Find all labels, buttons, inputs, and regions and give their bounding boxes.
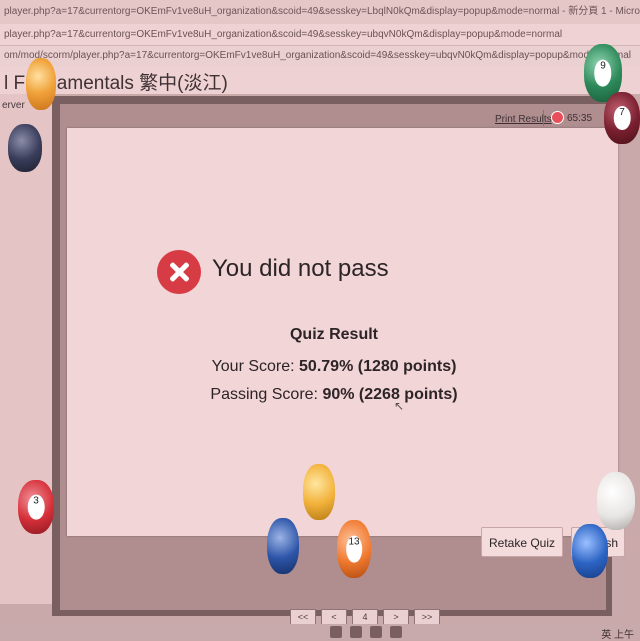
ball-number: 9 [594, 59, 612, 87]
your-score-value: 50.79% (1280 points) [299, 358, 457, 375]
timer-text: 65:35 [567, 113, 593, 124]
address-bar[interactable]: player.php?a=17&currentorg=OKEmFv1ve8uH_… [0, 24, 640, 46]
address-url-secondary: om/mod/scorm/player.php?a=17&currentorg=… [4, 50, 632, 61]
mouse-cursor-icon: ↖ [394, 399, 405, 413]
pager-page-number[interactable]: 4 [352, 609, 378, 625]
window-title: player.php?a=17&currentorg=OKEmFv1ve8uH_… [4, 6, 640, 17]
server-label: erver [2, 100, 25, 111]
billiard-ball-white-icon [597, 472, 635, 530]
quiz-result-title: Quiz Result [289, 326, 378, 343]
course-header: l Fundamentals 繁中(淡江) [0, 66, 640, 94]
browser-titlebar: player.php?a=17&currentorg=OKEmFv1ve8uH_… [0, 0, 640, 24]
retake-quiz-button[interactable]: Retake Quiz [481, 527, 563, 557]
result-heading: You did not pass [212, 255, 389, 282]
passing-score-line: Passing Score: 90% (2268 points) [0, 386, 640, 404]
pager-next-button[interactable]: > [383, 609, 409, 625]
taskbar [0, 624, 640, 640]
toolbar-divider [543, 110, 544, 126]
ball-number: 7 [613, 106, 631, 130]
ball-number: 3 [27, 494, 45, 520]
billiard-ball-navy-icon [8, 124, 42, 172]
pager-first-button[interactable]: << [290, 609, 316, 625]
billiard-ball-blue-icon [267, 518, 299, 574]
ball-number: 13 [346, 535, 362, 563]
billiard-ball-maroon-7-icon: 7 [604, 92, 640, 144]
billiard-ball-red-3-icon: 3 [18, 480, 54, 534]
pager-prev-button[interactable]: < [321, 609, 347, 625]
billiard-ball-yellow-icon [303, 464, 335, 520]
taskbar-app-icon[interactable] [390, 626, 402, 638]
address-url: player.php?a=17&currentorg=OKEmFv1ve8uH_… [4, 29, 563, 40]
passing-score-value: 90% (2268 points) [322, 386, 458, 403]
fail-x-icon [157, 250, 201, 294]
billiard-ball-orange-icon [26, 58, 56, 110]
system-tray: 英 上午 [601, 630, 634, 641]
pager: << < 4 > >> [290, 609, 440, 625]
timer-icon [551, 111, 564, 124]
taskbar-app-icon[interactable] [350, 626, 362, 638]
passing-score-label: Passing Score: [210, 386, 318, 403]
taskbar-app-icon[interactable] [370, 626, 382, 638]
address-bar-secondary[interactable]: om/mod/scorm/player.php?a=17&currentorg=… [0, 46, 640, 66]
billiard-ball-orange-13-icon: 13 [337, 520, 371, 578]
your-score-label: Your Score: [211, 358, 295, 375]
billiard-ball-blue-2-icon [572, 524, 608, 578]
your-score-line: Your Score: 50.79% (1280 points) [0, 358, 640, 376]
taskbar-app-icon[interactable] [330, 626, 342, 638]
taskbar-icons [330, 626, 402, 638]
pager-last-button[interactable]: >> [414, 609, 440, 625]
